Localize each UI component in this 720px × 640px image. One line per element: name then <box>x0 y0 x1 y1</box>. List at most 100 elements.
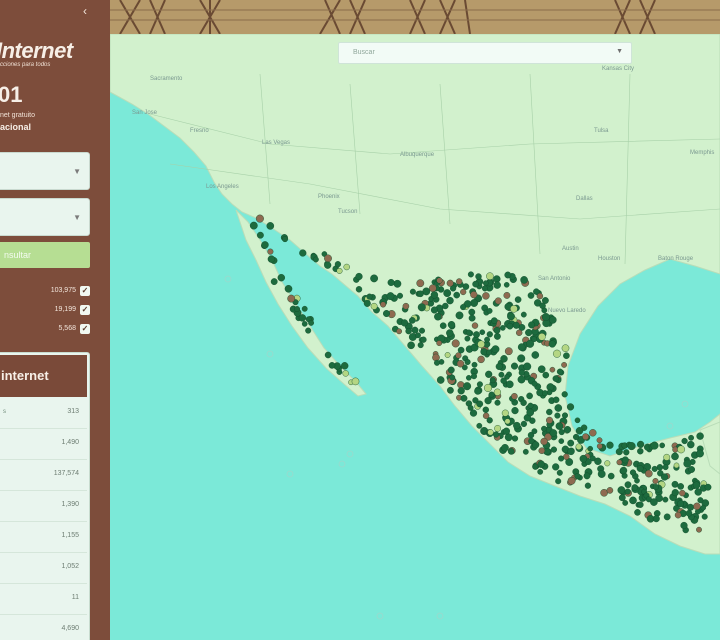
location-marker[interactable] <box>700 504 707 511</box>
location-marker[interactable] <box>561 361 567 368</box>
location-marker[interactable] <box>696 432 704 440</box>
location-marker[interactable] <box>522 448 529 455</box>
location-marker[interactable] <box>474 387 482 395</box>
location-marker[interactable] <box>400 319 409 327</box>
location-marker[interactable] <box>457 387 465 395</box>
location-marker[interactable] <box>494 424 501 432</box>
location-marker[interactable] <box>481 285 488 292</box>
location-marker[interactable] <box>484 397 492 405</box>
location-marker[interactable] <box>553 396 560 403</box>
location-marker[interactable] <box>436 376 445 384</box>
location-marker[interactable] <box>532 441 540 449</box>
location-marker[interactable] <box>558 438 565 444</box>
location-marker[interactable] <box>528 321 536 329</box>
location-marker[interactable] <box>574 473 581 480</box>
location-marker[interactable] <box>554 404 563 412</box>
location-marker[interactable] <box>267 248 274 255</box>
location-marker[interactable] <box>430 291 439 299</box>
location-marker[interactable] <box>505 380 514 389</box>
location-marker[interactable] <box>393 279 402 288</box>
location-marker[interactable] <box>677 445 685 454</box>
location-marker[interactable] <box>471 373 478 380</box>
location-marker[interactable] <box>539 302 546 309</box>
location-marker[interactable] <box>520 399 527 406</box>
location-marker[interactable] <box>370 302 378 310</box>
location-marker[interactable] <box>443 289 452 298</box>
location-marker[interactable] <box>408 317 416 324</box>
location-marker[interactable] <box>531 380 538 387</box>
location-marker[interactable] <box>355 272 363 281</box>
location-marker[interactable] <box>471 361 478 368</box>
location-marker[interactable] <box>548 316 557 324</box>
location-marker[interactable] <box>462 283 470 290</box>
location-marker[interactable] <box>284 284 293 293</box>
location-marker[interactable] <box>363 299 371 307</box>
location-marker[interactable] <box>631 484 639 491</box>
location-marker[interactable] <box>493 431 500 438</box>
location-marker[interactable] <box>294 306 301 312</box>
location-marker[interactable] <box>324 351 332 359</box>
location-marker[interactable] <box>687 440 695 449</box>
location-marker[interactable] <box>538 447 546 455</box>
location-marker[interactable] <box>261 241 269 249</box>
location-marker[interactable] <box>542 371 550 379</box>
location-marker[interactable] <box>511 392 518 400</box>
location-marker[interactable] <box>460 304 467 311</box>
location-marker[interactable] <box>685 509 693 517</box>
location-marker[interactable] <box>677 483 685 490</box>
location-marker[interactable] <box>383 310 391 318</box>
location-marker[interactable] <box>380 301 387 308</box>
location-marker[interactable] <box>409 288 416 295</box>
location-marker[interactable] <box>415 332 421 339</box>
location-marker[interactable] <box>444 352 451 358</box>
location-marker[interactable] <box>575 443 582 450</box>
location-marker[interactable] <box>493 326 501 334</box>
location-marker[interactable] <box>573 433 580 441</box>
location-marker[interactable] <box>680 521 688 530</box>
location-marker[interactable] <box>493 388 502 396</box>
location-marker[interactable] <box>549 366 556 373</box>
location-marker[interactable] <box>439 322 447 330</box>
location-marker[interactable] <box>249 221 258 230</box>
location-marker[interactable] <box>618 494 626 502</box>
location-marker[interactable] <box>538 332 546 341</box>
location-marker[interactable] <box>636 440 645 449</box>
location-marker[interactable] <box>456 360 465 368</box>
location-marker[interactable] <box>575 427 584 435</box>
location-marker[interactable] <box>477 355 485 364</box>
location-marker[interactable] <box>301 305 308 312</box>
location-marker[interactable] <box>256 231 264 239</box>
location-marker[interactable] <box>455 352 462 359</box>
location-marker[interactable] <box>583 472 591 480</box>
location-marker[interactable] <box>324 254 332 263</box>
location-marker[interactable] <box>511 407 519 415</box>
location-marker[interactable] <box>511 362 519 370</box>
location-marker[interactable] <box>517 343 526 351</box>
location-marker[interactable] <box>563 426 572 434</box>
location-marker[interactable] <box>616 459 623 466</box>
location-marker[interactable] <box>517 375 526 384</box>
location-marker[interactable] <box>692 481 701 489</box>
location-marker[interactable] <box>584 482 592 489</box>
location-marker[interactable] <box>312 256 319 263</box>
location-marker[interactable] <box>606 441 614 449</box>
location-marker[interactable] <box>447 366 455 374</box>
location-marker[interactable] <box>629 469 637 476</box>
location-marker[interactable] <box>526 408 535 417</box>
location-marker[interactable] <box>701 513 708 520</box>
location-marker[interactable] <box>499 325 506 331</box>
location-marker[interactable] <box>556 368 564 375</box>
location-marker[interactable] <box>500 355 508 363</box>
location-marker[interactable] <box>477 340 485 349</box>
location-marker[interactable] <box>687 503 695 511</box>
location-marker[interactable] <box>651 465 658 472</box>
location-marker[interactable] <box>396 328 402 335</box>
location-marker[interactable] <box>563 453 570 460</box>
location-marker[interactable] <box>402 302 410 310</box>
location-marker[interactable] <box>596 443 603 450</box>
location-marker[interactable] <box>463 382 472 391</box>
location-marker[interactable] <box>479 329 486 336</box>
location-marker[interactable] <box>589 429 597 437</box>
location-marker[interactable] <box>494 297 502 305</box>
location-marker[interactable] <box>513 421 521 430</box>
